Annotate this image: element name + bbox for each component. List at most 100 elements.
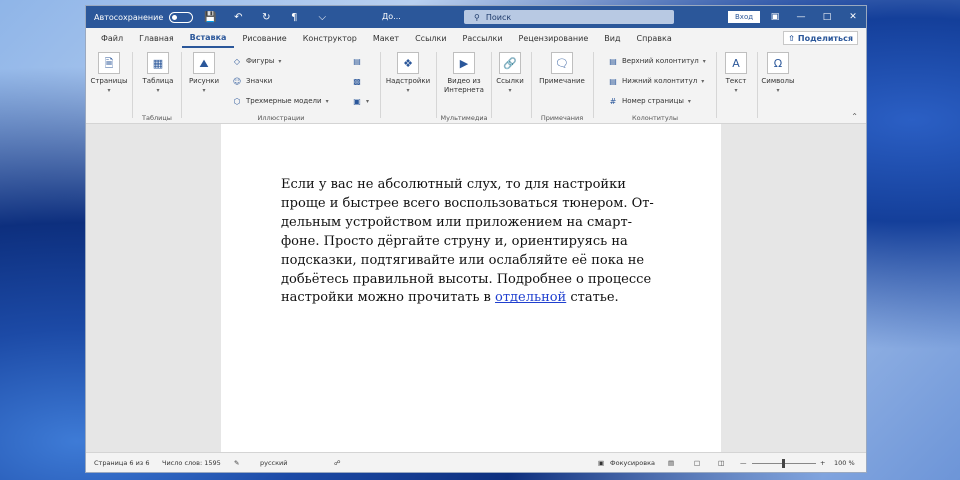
minimize-icon[interactable]: —	[788, 6, 814, 28]
chart-button[interactable]: ▩	[352, 76, 362, 86]
video-icon: ▶	[453, 52, 475, 74]
zoom-thumb[interactable]	[782, 459, 785, 468]
links-label: Ссылки	[496, 77, 524, 85]
proofing-icon[interactable]: ✎	[234, 459, 239, 467]
pages-icon: 🗎	[98, 52, 120, 74]
chevron-down-icon: ▾	[156, 87, 160, 94]
maximize-icon[interactable]: □	[814, 6, 840, 28]
ribbon-insert: 🗎 Страницы ▾ ▦ Таблица ▾ Таблицы ⛰ Рисун…	[86, 48, 866, 124]
autosave-toggle[interactable]	[169, 11, 194, 23]
ribbon-tabs: Файл Главная Вставка Рисование Конструкт…	[86, 28, 866, 48]
focus-icon[interactable]: ▣	[598, 459, 604, 467]
autosave-label: Автосохранение	[94, 12, 164, 22]
icons-button[interactable]: ☺ Значки	[232, 76, 272, 86]
share-button[interactable]: ⇧ Поделиться	[783, 31, 858, 45]
tab-help[interactable]: Справка	[629, 28, 680, 48]
screenshot-icon: ▣	[353, 96, 361, 106]
text-line: подсказки, подтягивайте или ослабляйте е…	[281, 252, 645, 268]
3d-models-label: Трехмерные модели	[246, 97, 322, 105]
3d-models-button[interactable]: ⬡ Трехмерные модели ▾	[232, 96, 329, 106]
document-page[interactable]: Если у вас не абсолютный слух, то для на…	[221, 124, 721, 453]
login-button[interactable]: Вход	[728, 11, 761, 23]
header-button[interactable]: ▤ Верхний колонтитул ▾	[608, 56, 706, 66]
tab-home[interactable]: Главная	[131, 28, 182, 48]
print-layout-icon[interactable]: □	[694, 459, 700, 467]
focus-mode[interactable]: Фокусировка	[610, 459, 655, 467]
footer-label: Нижний колонтитул	[622, 77, 698, 85]
text-line: дельным устройством или приложением на с…	[281, 214, 633, 230]
accessibility-icon[interactable]: ☍	[334, 459, 341, 467]
share-label: Поделиться	[797, 33, 853, 43]
illustrations-group-label: Иллюстрации	[257, 114, 305, 122]
illustrations-group: ⛰ Рисунки ▾ ◇ Фигуры ▾ ☺ Значки ⬡ Трехме…	[182, 48, 380, 124]
tables-group-label: Таблицы	[142, 114, 172, 122]
header-label: Верхний колонтитул	[622, 57, 699, 65]
symbols-button[interactable]: Ω Символы ▾	[760, 52, 796, 95]
zoom-in-icon[interactable]: +	[820, 459, 825, 467]
save-icon[interactable]: 💾	[199, 12, 221, 23]
smartart-icon: ▤	[353, 56, 361, 66]
document-paragraph[interactable]: Если у вас не абсолютный слух, то для на…	[281, 176, 661, 308]
undo-icon[interactable]: ↶	[227, 12, 249, 23]
addins-button[interactable]: ❖ Надстройки ▾	[386, 52, 430, 95]
tab-mailings[interactable]: Рассылки	[455, 28, 511, 48]
text-icon: A	[725, 52, 747, 74]
paragraph-mark-icon[interactable]: ¶	[283, 12, 305, 23]
page-number-label: Номер страницы	[622, 97, 684, 105]
tab-design[interactable]: Конструктор	[295, 28, 365, 48]
smartart-button[interactable]: ▤	[352, 56, 362, 66]
collapse-ribbon-icon[interactable]: ⌃	[851, 112, 858, 121]
tab-references[interactable]: Ссылки	[407, 28, 454, 48]
table-button[interactable]: ▦ Таблица ▾	[140, 52, 176, 95]
page-number-button[interactable]: # Номер страницы ▾	[608, 96, 691, 106]
tab-insert[interactable]: Вставка	[181, 28, 235, 48]
comment-button[interactable]: 🗨 Примечание	[536, 52, 588, 86]
shapes-label: Фигуры	[246, 57, 275, 65]
status-bar: Страница 6 из 6 Число слов: 1595 ✎ русск…	[86, 452, 866, 472]
comments-group-label: Примечания	[540, 114, 584, 122]
comments-group: 🗨 Примечание Примечания	[532, 48, 592, 124]
text-line: фоне. Просто дёргайте струну и, ориентир…	[281, 233, 628, 249]
customize-toolbar-icon[interactable]: ⌵	[311, 12, 333, 23]
pictures-button[interactable]: ⛰ Рисунки ▾	[186, 52, 222, 95]
search-icon: ⚲	[474, 12, 480, 22]
zoom-out-icon[interactable]: —	[740, 459, 747, 467]
shapes-button[interactable]: ◇ Фигуры ▾	[232, 56, 281, 66]
tab-view[interactable]: Вид	[596, 28, 628, 48]
online-video-button[interactable]: ▶ Видео из Интернета	[439, 52, 489, 95]
header-footer-group-label: Колонтитулы	[632, 114, 678, 122]
footer-button[interactable]: ▤ Нижний колонтитул ▾	[608, 76, 704, 86]
language[interactable]: русский	[260, 459, 288, 467]
chevron-down-icon: ▾	[508, 87, 512, 94]
page-count[interactable]: Страница 6 из 6	[94, 459, 149, 467]
media-group: ▶ Видео из Интернета Мультимедиа	[437, 48, 491, 124]
tab-file[interactable]: Файл	[93, 28, 131, 48]
word-count[interactable]: Число слов: 1595	[162, 459, 221, 467]
article-link[interactable]: отдельной	[495, 290, 566, 305]
text-button[interactable]: A Текст ▾	[720, 52, 752, 95]
text-line: настройки можно прочитать в отдельной ст…	[281, 290, 619, 306]
text-label: Текст	[725, 77, 747, 85]
addins-label: Надстройки	[385, 77, 431, 85]
zoom-slider[interactable]	[752, 459, 816, 468]
redo-icon[interactable]: ↻	[255, 12, 277, 23]
web-layout-icon[interactable]: ◫	[718, 459, 724, 467]
document-title[interactable]: До...	[382, 12, 401, 21]
screenshot-button[interactable]: ▣ ▾	[352, 96, 369, 106]
zoom-level[interactable]: 100 %	[834, 459, 855, 467]
close-icon[interactable]: ✕	[840, 6, 866, 28]
ribbon-display-icon[interactable]: ▣	[762, 6, 788, 28]
tab-draw[interactable]: Рисование	[234, 28, 294, 48]
text-line: Если у вас не абсолютный слух, то для на…	[281, 177, 626, 192]
links-button[interactable]: 🔗 Ссылки ▾	[494, 52, 526, 95]
tab-review[interactable]: Рецензирование	[511, 28, 597, 48]
tab-layout[interactable]: Макет	[365, 28, 407, 48]
comment-label: Примечание	[539, 77, 585, 85]
read-mode-icon[interactable]: ▤	[668, 459, 674, 467]
symbols-label: Символы	[761, 77, 795, 85]
omega-icon: Ω	[767, 52, 789, 74]
search-box[interactable]: ⚲ Поиск	[464, 10, 674, 24]
pictures-label: Рисунки	[188, 77, 220, 85]
media-group-label: Мультимедиа	[440, 114, 488, 122]
pages-button[interactable]: 🗎 Страницы ▾	[90, 52, 128, 95]
